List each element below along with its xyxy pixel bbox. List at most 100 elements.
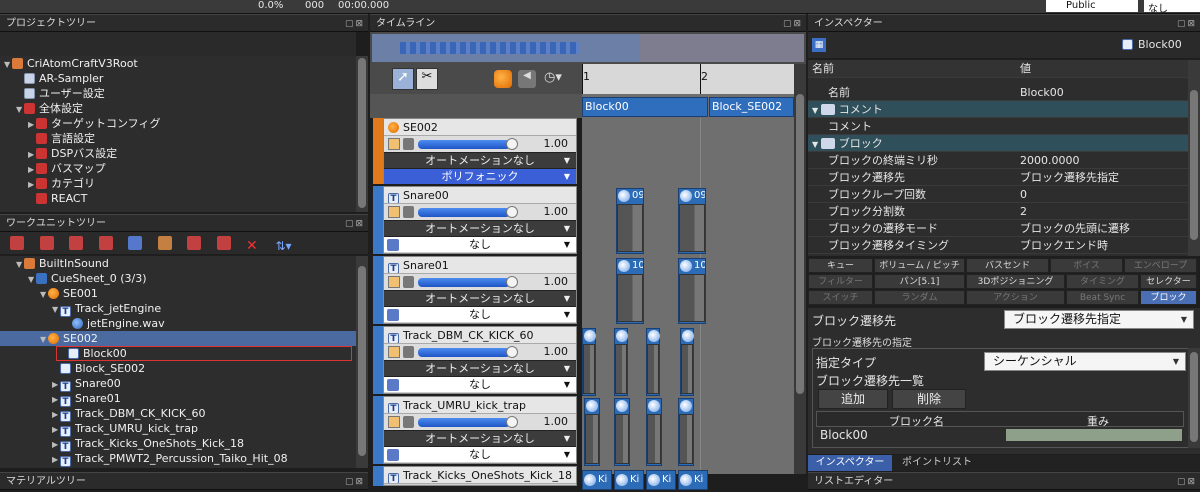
timeline-ruler[interactable]: 1 2 (582, 64, 794, 94)
property-row[interactable]: ブロック分割数 2 (808, 203, 1200, 220)
inspector-tab[interactable]: ブロック (1140, 290, 1197, 305)
property-section[interactable]: ▼ コメント (808, 101, 1200, 118)
panel-window-icons[interactable]: ▢⊠ (1177, 473, 1197, 491)
spec-type-select[interactable]: シーケンシャル ▼ (984, 352, 1186, 371)
audio-clip[interactable]: Ki (678, 470, 708, 490)
timeline-overview[interactable] (370, 32, 806, 64)
tree-item[interactable]: jetEngine.wav (0, 316, 356, 331)
expand-toggle-icon[interactable]: ▼ (52, 302, 60, 317)
panel-window-icons[interactable]: ▢⊠ (1177, 15, 1197, 33)
sort-icon[interactable]: ⇅▾ (276, 239, 292, 253)
expand-toggle-icon[interactable]: ▶ (28, 117, 36, 132)
collapse-icon[interactable]: ▼ (812, 140, 821, 149)
tree-item[interactable]: ▼ CriAtomCraftV3Root (0, 56, 356, 71)
tree-item[interactable]: ▼ T Track_jetEngine (0, 301, 356, 317)
inspector-tab[interactable]: スイッチ (808, 290, 873, 305)
envelope-icon[interactable] (388, 276, 400, 288)
cue-automation-select[interactable]: オートメーションなし ▼ (384, 152, 576, 168)
track-option-select[interactable]: なし ▼ (384, 306, 576, 322)
track-volume[interactable]: 1.00 (384, 204, 576, 220)
more-icon[interactable] (387, 309, 399, 321)
tree-item[interactable]: ▶ T Snare00 (0, 376, 356, 392)
track-option-select[interactable]: なし ▼ (384, 446, 576, 462)
inspector-tab[interactable]: キュー (808, 258, 873, 273)
new-block-icon[interactable] (98, 236, 113, 250)
tree-item[interactable]: ▼ 全体設定 (0, 101, 356, 116)
panel-window-icons[interactable]: ▢⊠ (345, 473, 365, 491)
track-automation-select[interactable]: オートメーションなし ▼ (384, 360, 576, 376)
tree-item[interactable]: Block_SE002 (0, 361, 356, 376)
new-link-icon[interactable] (216, 236, 231, 250)
expand-toggle-icon[interactable]: ▼ (16, 102, 24, 117)
tree-item[interactable]: Block00 (56, 346, 352, 361)
inspector-tab[interactable]: フィルター (808, 274, 873, 289)
volume-knob[interactable] (506, 416, 518, 428)
expand-toggle-icon[interactable]: ▼ (40, 287, 48, 302)
track-option-select[interactable]: なし ▼ (384, 376, 576, 392)
property-row[interactable]: ブロック遷移先 ブロック遷移先指定 (808, 169, 1200, 186)
inspector-tab[interactable]: Beat Sync (1066, 290, 1139, 305)
table-row[interactable]: Block00 (816, 427, 1184, 443)
timeline-vscroll[interactable] (794, 64, 806, 474)
track-automation-select[interactable]: オートメーションなし ▼ (384, 430, 576, 446)
inspector-tab[interactable]: パン[5.1] (874, 274, 965, 289)
tree-item[interactable]: 言語設定 (0, 131, 356, 146)
cue-play-icon[interactable] (494, 70, 512, 88)
volume-knob[interactable] (506, 346, 518, 358)
expand-toggle-icon[interactable]: ▼ (28, 272, 36, 287)
tree-item[interactable]: AR-Sampler (0, 71, 356, 86)
expand-toggle-icon[interactable]: ▶ (28, 162, 36, 177)
property-row[interactable]: ブロックの遷移モード ブロックの先頭に遷移 (808, 220, 1200, 237)
panel-window-icons[interactable]: ▢⊠ (783, 15, 803, 33)
inspector-tab[interactable]: タイミング (1066, 274, 1139, 289)
expand-toggle-icon[interactable]: ▶ (52, 437, 60, 452)
volume-knob[interactable] (506, 206, 518, 218)
audio-clip[interactable]: Ki (614, 470, 644, 490)
expand-toggle-icon[interactable]: ▶ (52, 392, 60, 407)
option-select[interactable]: なし (1144, 0, 1200, 15)
property-row[interactable]: ブロック遷移タイミング ブロックエンド時 (808, 237, 1200, 254)
inspector-tab[interactable]: 3Dポジショニング (966, 274, 1065, 289)
inspector-tab[interactable]: ランダム (874, 290, 965, 305)
inspector-tab[interactable]: ボリューム / ピッチ (874, 258, 965, 273)
expand-toggle-icon[interactable]: ▶ (28, 177, 36, 192)
envelope-icon[interactable] (388, 138, 400, 150)
tree-item[interactable]: ▶ ターゲットコンフィグ (0, 116, 356, 131)
track-automation-select[interactable]: オートメーションなし ▼ (384, 290, 576, 306)
workunit-tree-scrollbar[interactable] (356, 256, 368, 468)
tree-item[interactable]: ▶ T Track_PMWT2_Percussion_Taiko_Hit_08 (0, 451, 356, 467)
delete-icon[interactable]: ✕ (246, 239, 260, 253)
audio-clip[interactable]: Ki (582, 470, 612, 490)
tree-item[interactable]: ▶ T Track_DBM_CK_KICK_60 (0, 406, 356, 422)
inspector-tab[interactable]: バスセンド (966, 258, 1049, 273)
block-clip-block00[interactable]: Block00 (582, 97, 708, 117)
volume-knob[interactable] (506, 276, 518, 288)
expand-toggle-icon[interactable]: ▼ (4, 57, 12, 72)
volume-knob[interactable] (506, 138, 518, 150)
panel-window-icons[interactable]: ▢⊠ (345, 15, 365, 33)
tree-item[interactable]: ▼ SE002 (0, 331, 356, 346)
tree-item[interactable]: ▶ カテゴリ (0, 176, 356, 191)
tree-item[interactable]: REACT (0, 191, 356, 206)
block-clip-block-se002[interactable]: Block_SE002 (709, 97, 794, 117)
property-grid-scrollbar[interactable] (1188, 60, 1200, 256)
envelope-icon[interactable] (388, 206, 400, 218)
tab-point-list[interactable]: ポイントリスト (892, 455, 982, 471)
tree-item[interactable]: ▶ T Snare01 (0, 391, 356, 407)
new-track-icon[interactable] (39, 236, 54, 250)
property-row[interactable]: 名前 Block00 (808, 84, 1200, 101)
expand-toggle-icon[interactable]: ▼ (40, 332, 48, 347)
mute-icon[interactable]: ◀ (518, 70, 536, 88)
new-folder-icon[interactable] (157, 236, 172, 250)
track-automation-select[interactable]: オートメーションなし ▼ (384, 220, 576, 236)
property-row[interactable]: コメント (808, 118, 1200, 135)
scissors-tool-icon[interactable]: ✂ (416, 68, 438, 90)
property-row[interactable]: ブロックの終端ミリ秒 2000.0000 (808, 152, 1200, 169)
expand-toggle-icon[interactable]: ▼ (16, 257, 24, 272)
inspector-tab[interactable]: セレクター (1140, 274, 1197, 289)
envelope-icon[interactable] (388, 416, 400, 428)
inspector-tab[interactable]: ボイス (1050, 258, 1123, 273)
track-option-select[interactable]: なし ▼ (384, 236, 576, 252)
project-tree-scrollbar[interactable] (356, 56, 368, 212)
new-synth-icon[interactable] (128, 236, 142, 250)
